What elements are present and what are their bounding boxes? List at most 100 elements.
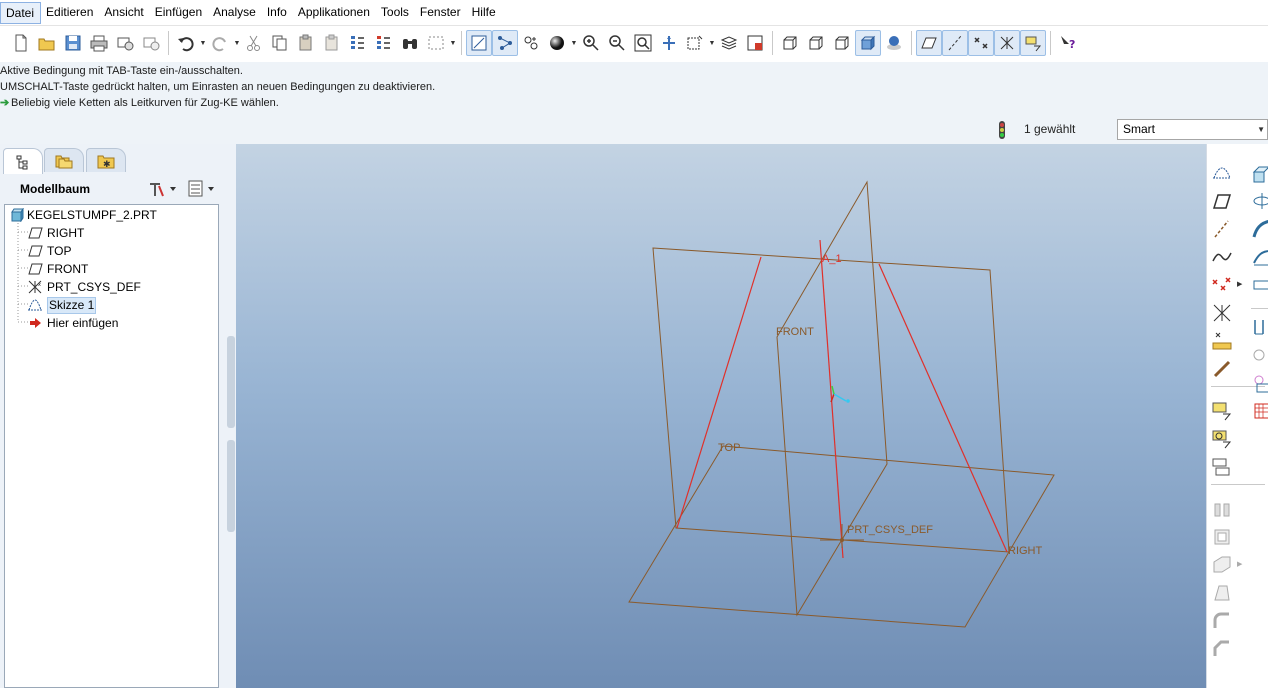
more-tools-arrow[interactable]: ▶ <box>1237 280 1242 288</box>
mirror-icon[interactable] <box>1251 372 1268 394</box>
shell-tool-icon[interactable] <box>1211 526 1233 548</box>
chain-tool-icon[interactable] <box>1211 358 1233 380</box>
model-viewport[interactable]: A_1 FRONT TOP PRT_CSYS_DEF RIGHT <box>236 144 1206 688</box>
new-file-icon[interactable] <box>8 30 34 56</box>
more-tools-arrow[interactable]: ▶ <box>1237 560 1242 568</box>
tree-settings-icon[interactable] <box>187 180 217 198</box>
redo-dropdown-icon[interactable]: ▼ <box>233 30 241 56</box>
csys-display-icon[interactable] <box>994 30 1020 56</box>
no-hidden-icon[interactable] <box>829 30 855 56</box>
menu-info[interactable]: Info <box>262 2 293 24</box>
menu-applikationen[interactable]: Applikationen <box>293 2 376 24</box>
toolbar-separator <box>1251 308 1268 309</box>
redo-icon[interactable] <box>207 30 233 56</box>
tab-favorites[interactable]: ✱ <box>86 148 126 172</box>
layer-tool-icon[interactable] <box>1211 456 1233 478</box>
graphics-window[interactable]: A_1 FRONT TOP PRT_CSYS_DEF RIGHT <box>236 144 1206 688</box>
menu-analyse[interactable]: Analyse <box>208 2 262 24</box>
menu-editieren[interactable]: Editieren <box>41 2 99 24</box>
regeneration-manager-icon[interactable] <box>371 30 397 56</box>
toolbar-separator <box>168 31 169 55</box>
csys-tool-icon[interactable] <box>1211 302 1233 324</box>
zoom-in-icon[interactable] <box>578 30 604 56</box>
menu-ansicht[interactable]: Ansicht <box>99 2 149 24</box>
context-help-icon[interactable]: ? <box>1055 30 1081 56</box>
menu-einfuegen[interactable]: Einfügen <box>150 2 208 24</box>
datum-points-display-icon[interactable] <box>968 30 994 56</box>
undo-dropdown-icon[interactable]: ▼ <box>199 30 207 56</box>
tree-tools-icon[interactable] <box>147 180 177 198</box>
open-folder-icon[interactable] <box>34 30 60 56</box>
layers-icon[interactable] <box>716 30 742 56</box>
sketch-tool-icon[interactable] <box>1211 162 1233 184</box>
cut-icon[interactable] <box>241 30 267 56</box>
saved-views-icon[interactable] <box>682 30 708 56</box>
orient-mode-icon[interactable] <box>518 30 544 56</box>
boundary-blend-icon[interactable] <box>1251 274 1268 296</box>
analysis-tool-icon[interactable] <box>1211 330 1233 352</box>
toolbar-separator <box>1211 484 1265 485</box>
blend-icon[interactable] <box>1251 246 1268 268</box>
rib-tool-icon[interactable] <box>1211 554 1233 576</box>
reorient-icon[interactable] <box>656 30 682 56</box>
regenerate-icon[interactable] <box>345 30 371 56</box>
copy-icon[interactable] <box>267 30 293 56</box>
toolbar-separator <box>772 31 773 55</box>
chamfer-tool-icon[interactable] <box>1211 638 1233 660</box>
annotation-display-icon[interactable] <box>1020 30 1046 56</box>
datum-point-tool-icon[interactable] <box>1211 274 1233 296</box>
datum-curve-tool-icon[interactable] <box>1211 246 1233 268</box>
shading-sphere-icon[interactable] <box>544 30 570 56</box>
search-binoculars-icon[interactable] <box>397 30 423 56</box>
menu-hilfe[interactable]: Hilfe <box>467 2 502 24</box>
grid-icon[interactable] <box>1251 400 1268 422</box>
shading-dropdown-icon[interactable]: ▼ <box>570 30 578 56</box>
refit-icon[interactable] <box>466 30 492 56</box>
zoom-fit-icon[interactable] <box>630 30 656 56</box>
hidden-line-icon[interactable] <box>803 30 829 56</box>
revolve-icon[interactable] <box>1251 190 1268 212</box>
shaded-icon[interactable] <box>855 30 881 56</box>
menu-fenster[interactable]: Fenster <box>415 2 467 24</box>
datum-planes-display-icon[interactable] <box>916 30 942 56</box>
selection-box-icon[interactable] <box>423 30 449 56</box>
save-icon[interactable] <box>60 30 86 56</box>
panel-splitter-handle[interactable] <box>227 336 235 428</box>
email-icon[interactable] <box>112 30 138 56</box>
sweep-icon[interactable] <box>1251 218 1268 240</box>
send-link-icon[interactable] <box>138 30 164 56</box>
datum-axes-display-icon[interactable] <box>942 30 968 56</box>
chevron-down-icon: ▼ <box>1257 125 1265 134</box>
selection-filter-select[interactable]: Smart ▼ <box>1117 119 1268 140</box>
paste-special-icon[interactable] <box>319 30 345 56</box>
panel-splitter-handle[interactable] <box>227 440 235 532</box>
datum-axis-tool-icon[interactable] <box>1211 218 1233 240</box>
tab-model-tree[interactable] <box>3 148 43 174</box>
undo-icon[interactable] <box>173 30 199 56</box>
paste-icon[interactable] <box>293 30 319 56</box>
annotation-tool-icon[interactable] <box>1211 400 1233 422</box>
toolbar-separator <box>1050 31 1051 55</box>
saved-views-dropdown-icon[interactable]: ▼ <box>708 30 716 56</box>
extrude-icon[interactable] <box>1251 162 1268 184</box>
view-manager-icon[interactable] <box>742 30 768 56</box>
draft-tool-icon[interactable] <box>1211 582 1233 604</box>
extrude-tool-icon[interactable] <box>1211 498 1233 520</box>
view-tool-icon[interactable] <box>1211 428 1233 450</box>
menu-tools[interactable]: Tools <box>376 2 415 24</box>
spin-center-icon[interactable] <box>492 30 518 56</box>
favorites-icon: ✱ <box>97 155 115 169</box>
pattern-icon[interactable] <box>1251 344 1268 366</box>
tab-folder-browser[interactable] <box>44 148 84 172</box>
zoom-out-icon[interactable] <box>604 30 630 56</box>
round-tool-icon[interactable] <box>1211 610 1233 632</box>
wireframe-icon[interactable] <box>777 30 803 56</box>
menu-datei[interactable]: Datei <box>0 1 42 24</box>
print-icon[interactable] <box>86 30 112 56</box>
selection-dropdown-icon[interactable]: ▼ <box>449 30 457 56</box>
enhanced-realism-icon[interactable] <box>881 30 907 56</box>
hole-icon[interactable] <box>1251 316 1268 338</box>
message-line: UMSCHALT-Taste gedrückt halten, um Einra… <box>0 81 436 93</box>
main-toolbar: ▼ ▼ ▼ ▼ ▼ ? <box>0 26 1268 60</box>
datum-plane-tool-icon[interactable] <box>1211 190 1233 212</box>
